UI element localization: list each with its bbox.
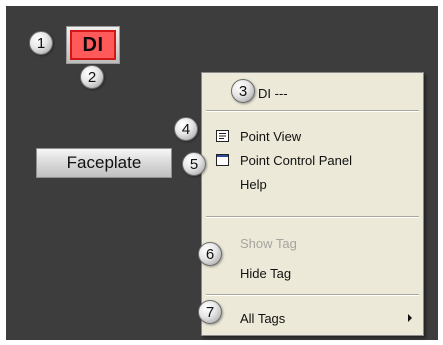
menu-separator [206, 110, 419, 112]
menu-item-help[interactable]: Help [202, 173, 423, 195]
callout-4: 4 [174, 117, 198, 141]
menu-item-label: Hide Tag [240, 265, 292, 281]
di-indicator[interactable]: DI [66, 26, 120, 64]
menu-item-all-tags[interactable]: All Tags [202, 307, 423, 329]
menu-item-label: Help [240, 176, 267, 192]
menu-item-point-view[interactable]: Point View [202, 125, 423, 147]
callout-1: 1 [29, 31, 53, 55]
di-indicator-label: DI [70, 30, 116, 60]
menu-item-show-tag: Show Tag [202, 232, 423, 254]
menu-item-point-control-panel[interactable]: Point Control Panel [202, 149, 423, 171]
menu-item-label: All Tags [240, 310, 286, 326]
context-menu: DI --- Point View Point Control Panel He… [201, 72, 424, 336]
control-panel-icon [216, 154, 229, 166]
menu-item-hide-tag[interactable]: Hide Tag [202, 262, 423, 284]
menu-separator [206, 294, 419, 296]
callout-2: 2 [80, 65, 104, 89]
menu-item-label: Point View [240, 128, 302, 144]
callout-5: 5 [182, 152, 206, 176]
submenu-arrow-icon [408, 314, 412, 322]
graphic-canvas: DI Faceplate DI --- Point View Point Con… [6, 6, 438, 340]
menu-header-label: DI --- [258, 85, 288, 101]
callout-3: 3 [231, 79, 255, 103]
point-view-icon [216, 130, 229, 142]
faceplate-button[interactable]: Faceplate [36, 148, 172, 178]
menu-item-label: Show Tag [240, 235, 297, 251]
callout-6: 6 [198, 242, 222, 266]
menu-item-label: Point Control Panel [240, 152, 353, 168]
callout-7: 7 [198, 300, 222, 324]
menu-separator [206, 216, 419, 218]
